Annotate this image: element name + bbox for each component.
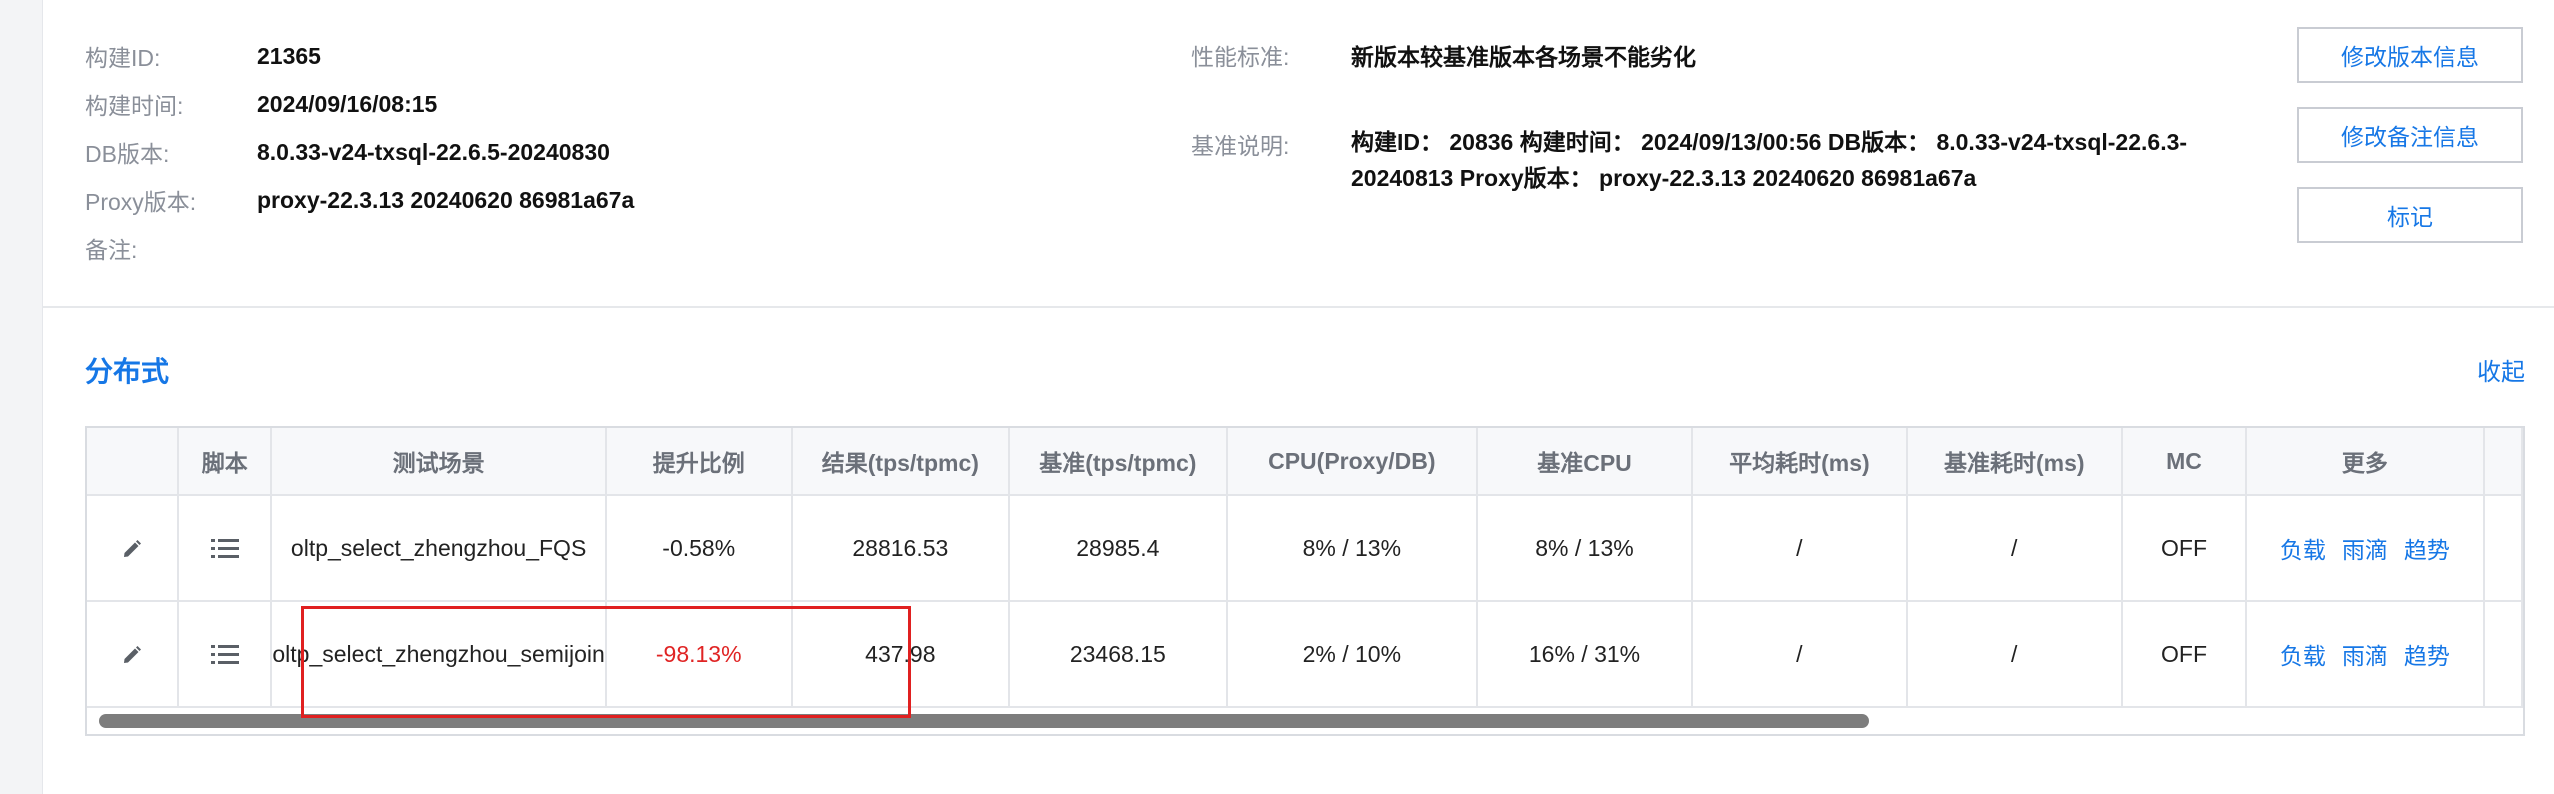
script-cell: [178, 601, 273, 708]
script-cell: [178, 495, 273, 602]
highlight-annotation-box: [301, 606, 911, 718]
build-info-panel: 构建ID: 21365 构建时间: 2024/09/16/08:15 DB版本:…: [43, 0, 2554, 308]
collapse-link[interactable]: 收起: [2477, 352, 2525, 387]
load-link[interactable]: 负载: [2280, 643, 2326, 669]
cpu-cell: 2% / 10%: [1226, 601, 1479, 708]
trend-link[interactable]: 趋势: [2404, 537, 2450, 563]
avg-latency-cell: /: [1691, 601, 1908, 708]
db-version-row: DB版本: 8.0.33-v24-txsql-22.6.5-20240830: [85, 132, 610, 172]
overflow-cell: [2483, 495, 2523, 602]
load-link[interactable]: 负载: [2280, 537, 2326, 563]
section-title: 分布式: [85, 356, 170, 387]
header-cell-base-latency: 基准耗时(ms): [1906, 428, 2123, 496]
db-version-value: 8.0.33-v24-txsql-22.6.5-20240830: [257, 138, 610, 165]
ratio-cell: -0.58%: [605, 495, 793, 602]
remark-label: 备注:: [85, 237, 138, 263]
build-time-label: 构建时间:: [85, 93, 184, 119]
header-cell-edit: [87, 428, 180, 496]
header-cell-cpu: CPU(Proxy/DB): [1226, 428, 1479, 496]
baseline-description: 构建ID： 20836 构建时间： 2024/09/13/00:56 DB版本：…: [1351, 129, 2188, 191]
list-icon[interactable]: [210, 642, 240, 668]
header-cell-overflow: [2483, 428, 2523, 496]
build-id-row: 构建ID: 21365: [85, 36, 321, 76]
trend-link[interactable]: 趋势: [2404, 643, 2450, 669]
header-cell-base-cpu: 基准CPU: [1477, 428, 1693, 496]
build-id-value: 21365: [257, 42, 321, 69]
overflow-cell: [2483, 601, 2523, 708]
mc-cell: OFF: [2121, 495, 2248, 602]
result-cell: 28816.53: [791, 495, 1011, 602]
edit-cell: [87, 495, 180, 602]
perf-standard-label: 性能标准:: [1191, 44, 1290, 70]
edit-remark-button[interactable]: 修改备注信息: [2297, 107, 2523, 163]
header-cell-avg-latency: 平均耗时(ms): [1691, 428, 1908, 496]
db-version-label: DB版本:: [85, 141, 170, 167]
list-icon[interactable]: [210, 536, 240, 562]
page: 构建ID: 21365 构建时间: 2024/09/16/08:15 DB版本:…: [42, 0, 2554, 794]
edit-version-button[interactable]: 修改版本信息: [2297, 27, 2523, 83]
header-cell-result: 结果(tps/tpmc): [791, 428, 1011, 496]
mark-button[interactable]: 标记: [2297, 187, 2523, 243]
raindrop-link[interactable]: 雨滴: [2342, 537, 2388, 563]
header-cell-ratio: 提升比例: [605, 428, 793, 496]
base-latency-cell: /: [1906, 601, 2123, 708]
pencil-icon[interactable]: [121, 538, 143, 560]
build-time-row: 构建时间: 2024/09/16/08:15: [85, 84, 437, 124]
avg-latency-cell: /: [1691, 495, 1908, 602]
header-cell-mc: MC: [2121, 428, 2248, 496]
base-latency-cell: /: [1906, 495, 2123, 602]
proxy-version-row: Proxy版本: proxy-22.3.13 20240620 86981a67…: [85, 180, 634, 220]
cpu-cell: 8% / 13%: [1226, 495, 1479, 602]
baseline-label: 基准说明:: [1191, 133, 1290, 159]
perf-standard-value: 新版本较基准版本各场景不能劣化: [1351, 44, 1696, 70]
edit-cell: [87, 601, 180, 708]
base-cpu-cell: 16% / 31%: [1477, 601, 1693, 708]
baseline-cell: 28985.4: [1009, 495, 1228, 602]
header-cell-baseline: 基准(tps/tpmc): [1009, 428, 1228, 496]
base-cpu-cell: 8% / 13%: [1477, 495, 1693, 602]
header-cell-script: 脚本: [178, 428, 273, 496]
remark-row: 备注:: [85, 228, 257, 268]
table-row: oltp_select_zhengzhou_FQS -0.58% 28816.5…: [87, 495, 2523, 602]
more-cell: 负载 雨滴 趋势: [2246, 495, 2485, 602]
mc-cell: OFF: [2121, 601, 2248, 708]
scene-cell: oltp_select_zhengzhou_FQS: [271, 495, 607, 602]
build-time-value: 2024/09/16/08:15: [257, 90, 438, 117]
pencil-icon[interactable]: [121, 644, 143, 666]
header-cell-more: 更多: [2246, 428, 2485, 496]
build-id-label: 构建ID:: [85, 45, 161, 71]
more-cell: 负载 雨滴 趋势: [2246, 601, 2485, 708]
raindrop-link[interactable]: 雨滴: [2342, 643, 2388, 669]
proxy-version-label: Proxy版本:: [85, 189, 197, 215]
proxy-version-value: proxy-22.3.13 20240620 86981a67a: [257, 186, 635, 213]
header-cell-scene: 测试场景: [271, 428, 607, 496]
table-header-row: 脚本 测试场景 提升比例 结果(tps/tpmc) 基准(tps/tpmc) C…: [87, 428, 2523, 496]
baseline-cell: 23468.15: [1009, 601, 1228, 708]
